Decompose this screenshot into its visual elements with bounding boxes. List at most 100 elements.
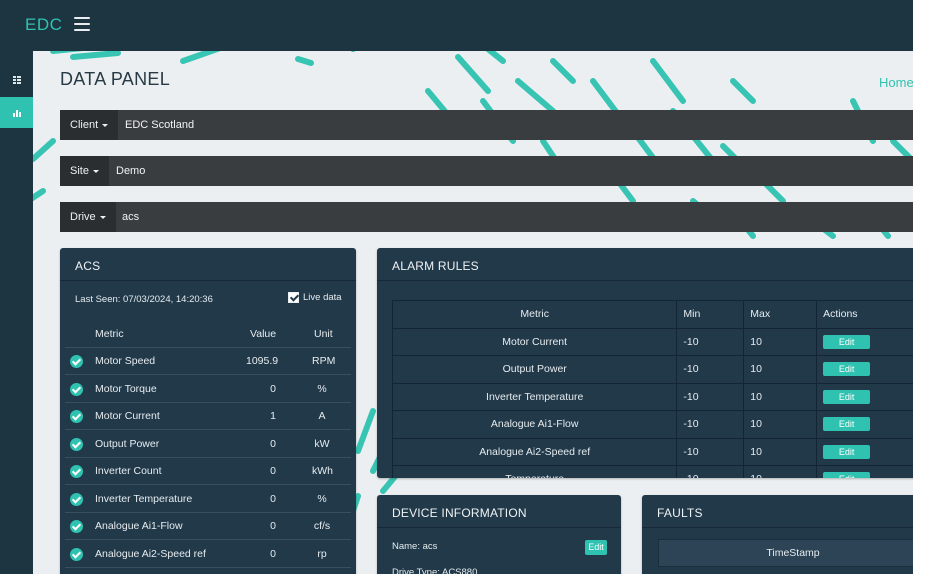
- rule-max: 10: [743, 355, 818, 384]
- acs-panel-title: ACS: [75, 259, 101, 273]
- column-header-unit: Unit: [314, 328, 333, 340]
- acs-metric-row: Motor Current 1 A: [60, 403, 356, 430]
- rule-edit-button[interactable]: Edit: [823, 362, 871, 377]
- sidebar-item-dashboard[interactable]: [0, 64, 33, 95]
- table-header-row: Metric Min Max Actions: [391, 300, 913, 329]
- metric-unit: kWh: [312, 465, 333, 477]
- acs-metric-row: Motor Speed 1095.9 RPM: [60, 348, 356, 375]
- client-value: EDC Scotland: [125, 119, 195, 131]
- metric-name: Analogue Ai1-Flow: [95, 520, 183, 532]
- rule-metric: Motor Current: [391, 327, 678, 356]
- client-dropdown-label: Client: [70, 119, 99, 131]
- check-circle-icon: [70, 547, 83, 561]
- check-circle-icon: [70, 520, 83, 533]
- rule-edit-button[interactable]: Edit: [823, 472, 871, 478]
- rule-min: -10: [676, 327, 745, 356]
- hamburger-icon[interactable]: [74, 17, 90, 31]
- alarm-rule-row: Temperature-1010 Edit: [391, 465, 913, 478]
- alarm-rule-row: Motor Current -10 10 Edit: [391, 327, 913, 356]
- metric-value: 0: [270, 520, 276, 532]
- metric-unit: rp: [317, 547, 327, 560]
- check-circle-icon: [70, 355, 83, 368]
- metric-unit: A: [318, 410, 326, 422]
- column-header-metric: Metric: [391, 300, 678, 329]
- rule-edit-button[interactable]: Edit: [823, 389, 871, 404]
- alarm-rule-row: Inverter Temperature -10 10 Edit: [391, 382, 913, 411]
- faults-panel: FAULTS TimeStamp: [642, 495, 913, 574]
- bar-chart-icon: [12, 109, 21, 117]
- grid-icon: [12, 75, 21, 84]
- client-dropdown-button[interactable]: Client: [60, 110, 119, 140]
- metric-name: Inverter Temperature: [95, 492, 193, 505]
- rule-metric: Temperature: [391, 465, 678, 478]
- rule-max: 10: [743, 465, 818, 478]
- rule-max: 10: [743, 382, 818, 411]
- metric-unit: cf/s: [313, 520, 331, 532]
- column-header-min: Min: [676, 300, 745, 329]
- column-header-max: Max: [743, 300, 818, 329]
- check-circle-icon: [70, 492, 83, 506]
- metric-unit: kW: [314, 437, 330, 450]
- alarm-rule-row: Analogue Ai1-Flow -10 10 Edit: [391, 410, 913, 439]
- checkbox-checked-icon[interactable]: [288, 292, 299, 303]
- metric-name: Inverter Count: [95, 465, 162, 477]
- sidebar-item-data-panel[interactable]: [0, 97, 33, 128]
- metric-name: Output Power: [95, 437, 160, 450]
- rule-min: -10: [676, 465, 745, 478]
- metric-value: 0: [270, 465, 276, 477]
- rule-edit-button[interactable]: Edit: [823, 334, 871, 349]
- acs-table-header: Metric Value Unit: [60, 321, 356, 348]
- breadcrumb-home-link[interactable]: Home: [879, 75, 913, 90]
- top-navbar: EDC: [0, 0, 913, 51]
- panel-divider: [60, 280, 356, 281]
- rule-max: 10: [743, 410, 818, 439]
- alarm-rules-table: Metric Min Max Actions Motor Current -10 1…: [391, 300, 913, 478]
- check-circle-icon: [70, 437, 83, 451]
- site-value: Demo: [116, 165, 146, 177]
- metric-name: Motor Speed: [95, 355, 156, 367]
- rule-min: -10: [676, 355, 745, 384]
- check-circle-icon: [70, 410, 83, 423]
- metric-name: Motor Current: [95, 410, 160, 422]
- metric-unit: RPM: [312, 355, 336, 367]
- alarm-rules-rows: Motor Current -10 10 Edit Output Power -10 10 E…: [391, 327, 913, 478]
- metric-unit: %: [317, 492, 327, 505]
- rule-max: 10: [743, 437, 818, 466]
- rule-metric: Inverter Temperature: [391, 382, 678, 411]
- app-logo[interactable]: EDC: [25, 15, 62, 35]
- metric-value: 1: [270, 410, 276, 422]
- acs-panel: ACS Last Seen: 07/03/2024, 14:20:36 Live…: [60, 248, 356, 574]
- rule-edit-button[interactable]: Edit: [823, 417, 871, 432]
- device-edit-button[interactable]: Edit: [585, 540, 607, 555]
- acs-metric-row: Output Power 0 kW: [60, 431, 356, 458]
- alarm-rule-row: Analogue Ai2-Speed ref -10 10 Edit: [391, 437, 913, 466]
- metric-value: 0: [270, 437, 276, 450]
- site-selector-bar: Site Demo: [60, 156, 913, 186]
- app-window: EDC DATA PANEL Home Client EDC Scotland …: [0, 0, 913, 574]
- live-data-label: Live data: [303, 292, 342, 303]
- site-dropdown-button[interactable]: Site: [60, 156, 109, 186]
- metric-value: 0: [270, 492, 276, 505]
- device-information-panel: DEVICE INFORMATION Name: acs Edit Drive …: [377, 495, 621, 574]
- rule-metric: Output Power: [391, 355, 678, 384]
- metric-unit: %: [317, 382, 327, 395]
- acs-metric-row: Analogue Ai2-Speed ref 0 rp: [60, 541, 356, 568]
- rule-edit-button[interactable]: Edit: [823, 444, 871, 459]
- drive-dropdown-button[interactable]: Drive: [60, 202, 116, 232]
- site-dropdown-label: Site: [70, 165, 89, 177]
- last-seen-text: Last Seen: 07/03/2024, 14:20:36: [75, 294, 213, 305]
- check-circle-icon: [70, 465, 83, 478]
- rule-min: -10: [676, 410, 745, 439]
- sidebar: [0, 51, 33, 574]
- column-header-actions: Actions: [816, 300, 913, 329]
- panel-divider: [377, 280, 913, 281]
- alarm-rules-panel: ALARM RULES Metric Min Max Actions Motor…: [377, 248, 913, 478]
- rule-min: -10: [676, 382, 745, 411]
- alarm-rule-row: Output Power -10 10 Edit: [391, 355, 913, 384]
- caret-down-icon: [99, 215, 106, 219]
- rule-metric: Analogue Ai1-Flow: [391, 410, 678, 439]
- live-data-toggle[interactable]: Live data: [288, 292, 342, 303]
- caret-down-icon: [102, 123, 109, 127]
- acs-metric-row: Analogue Ai1-Flow 0 cf/s: [60, 513, 356, 540]
- device-information-title: DEVICE INFORMATION: [392, 506, 527, 520]
